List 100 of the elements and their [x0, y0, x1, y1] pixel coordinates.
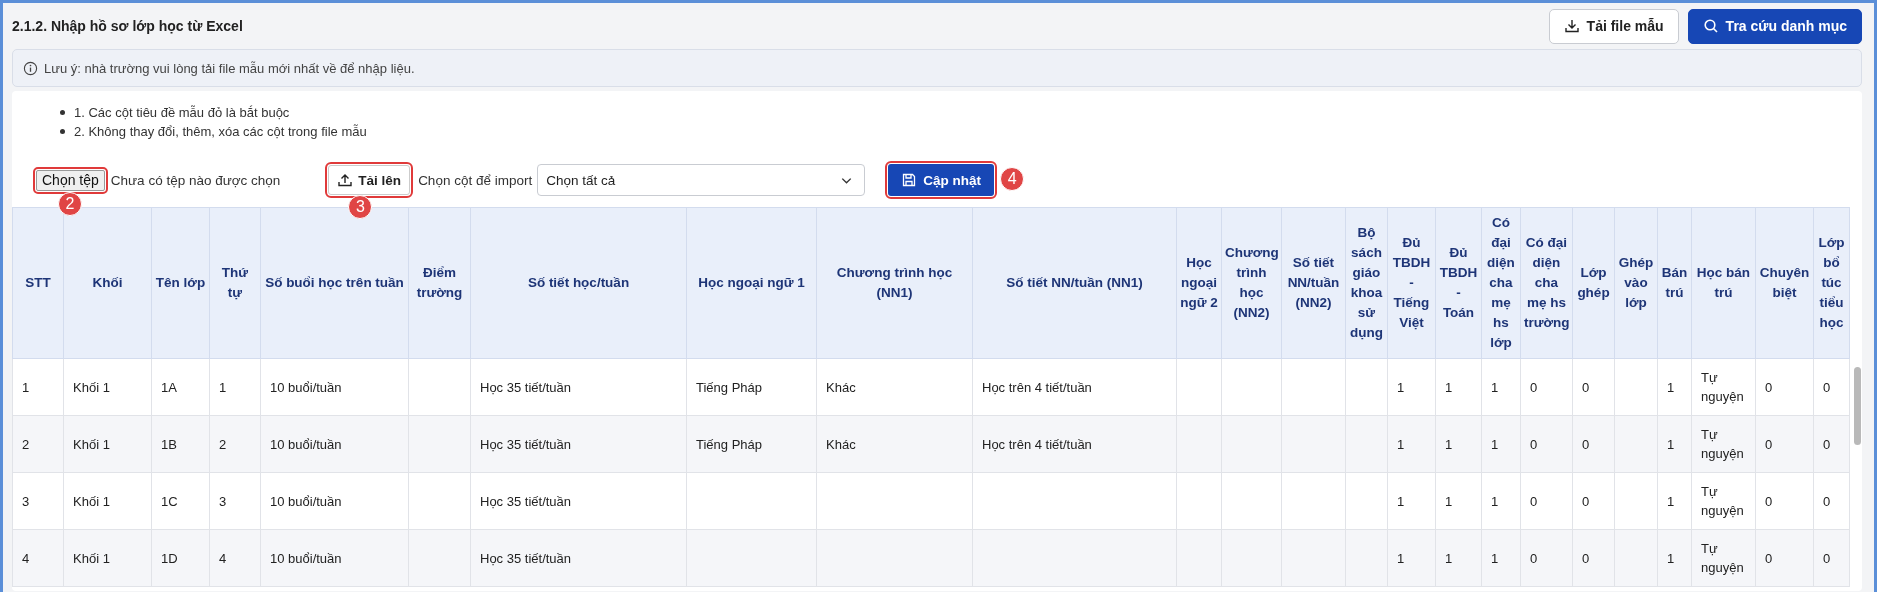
- table-cell: Học trên 4 tiết/tuần: [982, 379, 1092, 395]
- column-header: Số tiết NN/tuần (NN2): [1281, 207, 1346, 359]
- table-cell: Học trên 4 tiết/tuần: [982, 436, 1092, 452]
- table-cell: 1: [1445, 493, 1453, 509]
- column-select[interactable]: Chọn tất cả: [537, 164, 866, 196]
- table-cell: 0: [1582, 436, 1590, 452]
- choose-file-button[interactable]: Chọn tệp: [36, 169, 105, 191]
- table-cell: 0: [1530, 379, 1538, 395]
- save-icon: [901, 172, 918, 188]
- table-cell: 0: [1823, 379, 1831, 395]
- table-cell: 0: [1530, 493, 1538, 509]
- table-cell: 1D: [161, 550, 178, 566]
- table-cell: 10 buổi/tuần: [270, 550, 342, 566]
- table-cell: 2: [22, 436, 30, 452]
- table-cell: Khối 1: [73, 493, 110, 509]
- table-cell: Học 35 tiết/tuần: [480, 436, 572, 452]
- column-header: Bộ sách giáo khoa sử dụng: [1345, 207, 1388, 359]
- table-cell: 1: [1491, 493, 1499, 509]
- table-cell: 4: [22, 550, 30, 566]
- table-cell: 10 buổi/tuần: [270, 436, 342, 452]
- info-icon: [23, 60, 38, 76]
- table-cell: 1: [1491, 436, 1499, 452]
- column-header: Lớp ghép: [1572, 207, 1615, 359]
- table-cell: Học 35 tiết/tuần: [480, 550, 572, 566]
- column-header: Có đại diện cha mẹ hs trường: [1520, 207, 1573, 359]
- column-header: Thứ tự: [209, 207, 261, 359]
- column-header: STT: [12, 207, 64, 359]
- table-cell: Khối 1: [73, 379, 110, 395]
- table-cell: 2: [219, 436, 227, 452]
- bullet-icon: [60, 110, 65, 115]
- column-header: Chương trình học (NN2): [1221, 207, 1282, 359]
- table-cell: 0: [1823, 550, 1831, 566]
- table-cell: Tự nguyện: [1701, 484, 1744, 518]
- table-cell: Học 35 tiết/tuần: [480, 493, 572, 509]
- column-header: Chuyên biệt: [1755, 207, 1814, 359]
- table-cell: 0: [1582, 379, 1590, 395]
- table-cell: Khác: [826, 379, 856, 395]
- table-cell: 1: [1397, 493, 1405, 509]
- table-cell: 10 buổi/tuần: [270, 379, 342, 395]
- table-cell: 0: [1765, 550, 1773, 566]
- table-cell: Tự nguyện: [1701, 427, 1744, 461]
- table-cell: 0: [1582, 493, 1590, 509]
- table-cell: 1: [1397, 379, 1405, 395]
- table-cell: 0: [1765, 379, 1773, 395]
- search-button[interactable]: Tra cứu danh mục: [1687, 8, 1862, 44]
- table-cell: Khối 1: [73, 436, 110, 452]
- column-header: Lớp bổ túc tiểu học: [1813, 207, 1850, 359]
- table-cell: 1A: [161, 379, 177, 395]
- table-cell: 3: [22, 493, 30, 509]
- table-cell: 10 buổi/tuần: [270, 493, 342, 509]
- column-header: Đủ TBDH - Toán: [1435, 207, 1482, 359]
- table-cell: 1: [1491, 379, 1499, 395]
- column-header: Có đại diện cha mẹ hs lớp: [1481, 207, 1521, 359]
- update-button[interactable]: Cập nhật: [888, 164, 994, 196]
- bullet-icon: [60, 129, 65, 134]
- table-cell: 1: [1445, 379, 1453, 395]
- instruction-text: 1. Các cột tiêu đề mẫu đỏ là bắt buộc: [74, 105, 290, 120]
- step-badge: 4: [1000, 167, 1025, 191]
- table-cell: 0: [1582, 550, 1590, 566]
- table-cell: 0: [1530, 550, 1538, 566]
- column-header: Số tiết NN/tuần (NN1): [972, 207, 1177, 359]
- table-cell: 1B: [161, 436, 177, 452]
- column-header: Tên lớp: [151, 207, 210, 359]
- table-cell: 4: [219, 550, 227, 566]
- table-cell: 1: [1445, 550, 1453, 566]
- table-cell: 1: [1397, 436, 1405, 452]
- section-title: 2.1.2. Nhập hồ sơ lớp học từ Excel: [12, 18, 243, 34]
- instruction-text: 2. Không thay đổi, thêm, xóa các cột trong file mẫu: [74, 124, 367, 139]
- download-button[interactable]: Tải file mẫu: [1548, 8, 1679, 44]
- download-icon: [1563, 18, 1580, 34]
- notice-text: Lưu ý: nhà trường vui lòng tải file mẫu mới nhất về để nhập liệu.: [44, 60, 415, 76]
- table-cell: 0: [1765, 493, 1773, 509]
- table-cell: Khối 1: [73, 550, 110, 566]
- table-cell: 1: [1491, 550, 1499, 566]
- column-header: Số tiết học/tuần: [470, 207, 687, 359]
- table-cell: 1: [22, 379, 30, 395]
- column-header: Học bán trú: [1691, 207, 1756, 359]
- table-cell: 1: [1667, 493, 1675, 509]
- table-cell: 1: [1397, 550, 1405, 566]
- column-header: Học ngoại ngữ 1: [686, 207, 817, 359]
- file-status-text: Chưa có tệp nào được chọn: [110, 172, 281, 188]
- table-cell: 1: [1445, 436, 1453, 452]
- upload-icon: [337, 172, 354, 188]
- column-header: Ghép vào lớp: [1614, 207, 1658, 359]
- table-cell: 1: [219, 379, 227, 395]
- search-icon: [1702, 18, 1719, 34]
- table-cell: 0: [1823, 436, 1831, 452]
- table-cell: Tiếng Pháp: [696, 379, 762, 395]
- column-header: Học ngoại ngữ 2: [1176, 207, 1222, 359]
- table-cell: 0: [1530, 436, 1538, 452]
- column-select-label: Chọn cột để import: [418, 172, 533, 188]
- column-header: Bán trú: [1657, 207, 1692, 359]
- table-cell: Học 35 tiết/tuần: [480, 379, 572, 395]
- table-cell: 1: [1667, 379, 1675, 395]
- scrollbar-thumb[interactable]: [1853, 367, 1861, 445]
- upload-button[interactable]: Tải lên: [328, 165, 411, 195]
- step-badge: 2: [58, 191, 82, 216]
- table-cell: Tự nguyện: [1701, 370, 1744, 404]
- column-header: Điểm trường: [408, 207, 471, 359]
- table-cell: 1: [1667, 436, 1675, 452]
